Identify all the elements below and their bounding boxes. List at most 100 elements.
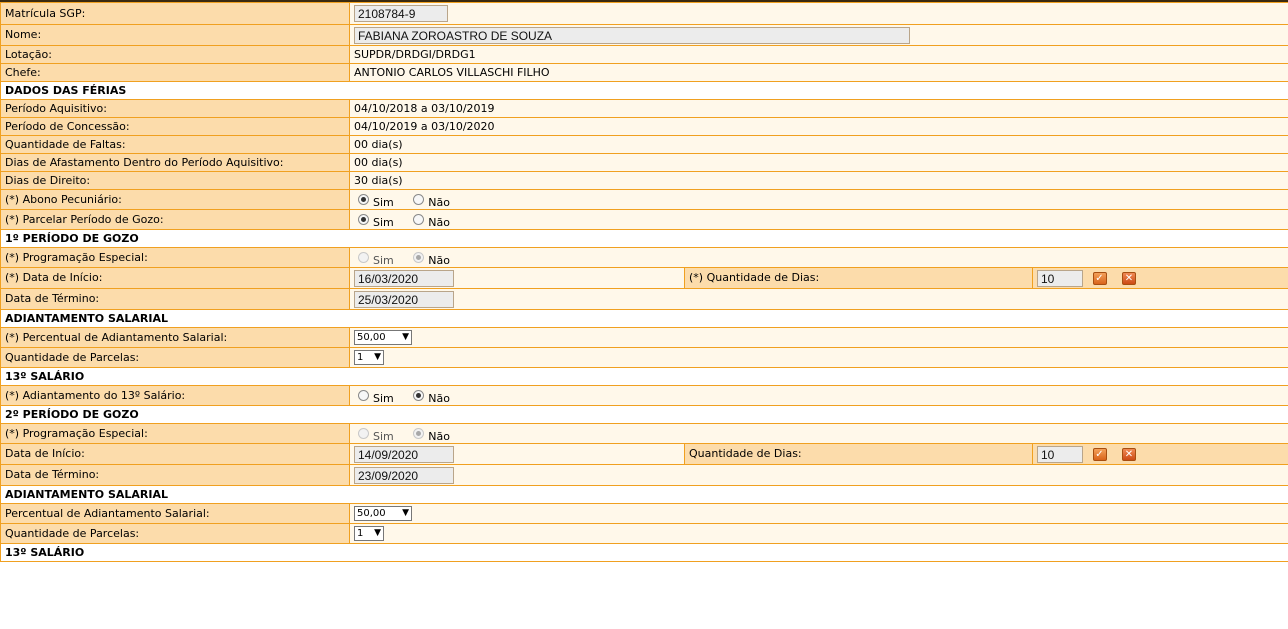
p1-parcelas-value: 1	[357, 352, 364, 363]
section-title: ADIANTAMENTO SALARIAL	[0, 309, 1288, 328]
p1-programacao-nao-radio	[413, 252, 425, 263]
row-concessao: Período de Concessão: 04/10/2019 a 03/10…	[0, 117, 1288, 136]
parcelar-nao-label: Não	[428, 215, 450, 229]
nome-field[interactable]: FABIANA ZOROASTRO DE SOUZA	[354, 26, 910, 44]
p2-programacao-sim-radio	[358, 428, 369, 439]
p1-termino-label: Data de Término:	[0, 288, 350, 310]
section-periodo2: 2º PERÍODO DE GOZO	[0, 405, 1288, 424]
p1-qtd-field[interactable]: 10	[1037, 269, 1083, 287]
p1-programacao-sim-label: Sim	[373, 253, 394, 267]
afastamento-value: 00 dia(s)	[348, 153, 1288, 172]
section-title: 1º PERÍODO DE GOZO	[0, 229, 1288, 248]
p2-percentual-label: Percentual de Adiantamento Salarial:	[0, 503, 350, 524]
p1-programacao-sim-radio	[358, 252, 369, 263]
direito-label: Dias de Direito:	[0, 171, 350, 190]
row-lotacao: Lotação: SUPDR/DRDGI/DRDG1	[0, 45, 1288, 64]
row-p1-parcelas: Quantidade de Parcelas: 1 ▼	[0, 347, 1288, 368]
p1-programacao-label: (*) Programação Especial:	[0, 247, 350, 268]
p1-parcelas-label: Quantidade de Parcelas:	[0, 347, 350, 368]
abono-nao-radio[interactable]	[413, 194, 425, 205]
p2-inicio-field[interactable]: 14/09/2020	[354, 445, 454, 463]
chevron-down-icon: ▼	[374, 352, 381, 362]
chefe-label: Chefe:	[0, 63, 350, 82]
abono-radio-group: Sim Não	[354, 193, 466, 209]
nome-label: Nome:	[0, 24, 350, 46]
p2-programacao-label: (*) Programação Especial:	[0, 423, 350, 444]
chevron-down-icon: ▼	[374, 528, 381, 538]
faltas-value: 00 dia(s)	[348, 135, 1288, 154]
concessao-label: Período de Concessão:	[0, 117, 350, 136]
section-periodo1: 1º PERÍODO DE GOZO	[0, 229, 1288, 248]
p1-percentual-value: 50,00	[357, 332, 386, 343]
p1-decimo-sim-radio[interactable]	[358, 390, 369, 401]
lotacao-value: SUPDR/DRDGI/DRDG1	[348, 45, 1288, 64]
section-p2-adiantamento: ADIANTAMENTO SALARIAL	[0, 485, 1288, 504]
ferias-form: Matrícula SGP: 2108784-9 Nome: FABIANA Z…	[0, 2, 1288, 562]
concessao-value: 04/10/2019 a 03/10/2020	[348, 117, 1288, 136]
p1-percentual-select[interactable]: 50,00 ▼	[354, 330, 412, 345]
parcelar-sim-label: Sim	[373, 215, 394, 229]
afastamento-label: Dias de Afastamento Dentro do Período Aq…	[0, 153, 350, 172]
abono-nao-label: Não	[428, 195, 450, 209]
row-p1-percentual: (*) Percentual de Adiantamento Salarial:…	[0, 327, 1288, 348]
p2-parcelas-label: Quantidade de Parcelas:	[0, 523, 350, 544]
p2-percentual-value: 50,00	[357, 508, 386, 519]
p1-decimo-label: (*) Adiantamento do 13º Salário:	[0, 385, 350, 406]
p1-qtd-label: (*) Quantidade de Dias:	[684, 267, 1033, 289]
row-direito: Dias de Direito: 30 dia(s)	[0, 171, 1288, 190]
row-p2-termino: Data de Término: 23/09/2020	[0, 464, 1288, 486]
p2-inicio-label: Data de Início:	[0, 443, 350, 465]
row-p1-termino: Data de Término: 25/03/2020	[0, 288, 1288, 310]
section-p1-decimo: 13º SALÁRIO	[0, 367, 1288, 386]
p1-programacao-nao-label: Não	[428, 253, 450, 267]
section-p1-adiantamento: ADIANTAMENTO SALARIAL	[0, 309, 1288, 328]
p2-parcelas-value: 1	[357, 528, 364, 539]
direito-value: 30 dia(s)	[348, 171, 1288, 190]
row-parcelar: (*) Parcelar Período de Gozo: Sim Não	[0, 209, 1288, 230]
p2-programacao-nao-radio	[413, 428, 425, 439]
p2-programacao-nao-label: Não	[428, 429, 450, 443]
p2-programacao-sim-label: Sim	[373, 429, 394, 443]
abono-label: (*) Abono Pecuniário:	[0, 189, 350, 210]
check-icon[interactable]: ✓	[1092, 447, 1107, 461]
close-icon[interactable]: ✕	[1122, 447, 1136, 461]
lotacao-label: Lotação:	[0, 45, 350, 64]
parcelar-nao-radio[interactable]	[413, 214, 425, 225]
row-p2-parcelas: Quantidade de Parcelas: 1 ▼	[0, 523, 1288, 544]
chefe-value: ANTONIO CARLOS VILLASCHI FILHO	[348, 63, 1288, 82]
row-faltas: Quantidade de Faltas: 00 dia(s)	[0, 135, 1288, 154]
p2-qtd-field[interactable]: 10	[1037, 445, 1083, 463]
row-p2-percentual: Percentual de Adiantamento Salarial: 50,…	[0, 503, 1288, 524]
section-p2-decimo: 13º SALÁRIO	[0, 543, 1288, 562]
section-title: 13º SALÁRIO	[0, 367, 1288, 386]
check-icon[interactable]: ✓	[1092, 271, 1107, 285]
aquisitivo-label: Período Aquisitivo:	[0, 99, 350, 118]
abono-sim-label: Sim	[373, 195, 394, 209]
p1-percentual-label: (*) Percentual de Adiantamento Salarial:	[0, 327, 350, 348]
section-dados-ferias: DADOS DAS FÉRIAS	[0, 81, 1288, 100]
p1-parcelas-select[interactable]: 1 ▼	[354, 350, 384, 365]
p1-decimo-nao-radio[interactable]	[413, 390, 425, 401]
close-icon[interactable]: ✕	[1122, 271, 1136, 285]
faltas-label: Quantidade de Faltas:	[0, 135, 350, 154]
parcelar-radio-group: Sim Não	[354, 213, 466, 229]
p1-programacao-radio-group: Sim Não	[354, 251, 466, 267]
section-title: DADOS DAS FÉRIAS	[0, 81, 1288, 100]
chevron-down-icon: ▼	[402, 332, 409, 342]
row-nome: Nome: FABIANA ZOROASTRO DE SOUZA	[0, 24, 1288, 46]
row-afastamento: Dias de Afastamento Dentro do Período Aq…	[0, 153, 1288, 172]
row-matricula: Matrícula SGP: 2108784-9	[0, 2, 1288, 25]
section-title: 13º SALÁRIO	[0, 543, 1288, 562]
p1-inicio-field[interactable]: 16/03/2020	[354, 269, 454, 287]
matricula-field[interactable]: 2108784-9	[354, 5, 448, 22]
row-p1-inicio: (*) Data de Início: 16/03/2020 (*) Quant…	[0, 267, 1288, 289]
p2-parcelas-select[interactable]: 1 ▼	[354, 526, 384, 541]
p2-percentual-select[interactable]: 50,00 ▼	[354, 506, 412, 521]
abono-sim-radio[interactable]	[358, 194, 369, 205]
p2-qtd-label: Quantidade de Dias:	[684, 443, 1033, 465]
parcelar-sim-radio[interactable]	[358, 214, 369, 225]
row-p2-programacao: (*) Programação Especial: Sim Não	[0, 423, 1288, 444]
p1-inicio-label: (*) Data de Início:	[0, 267, 350, 289]
row-p1-decimo: (*) Adiantamento do 13º Salário: Sim Não	[0, 385, 1288, 406]
p1-decimo-sim-label: Sim	[373, 391, 394, 405]
